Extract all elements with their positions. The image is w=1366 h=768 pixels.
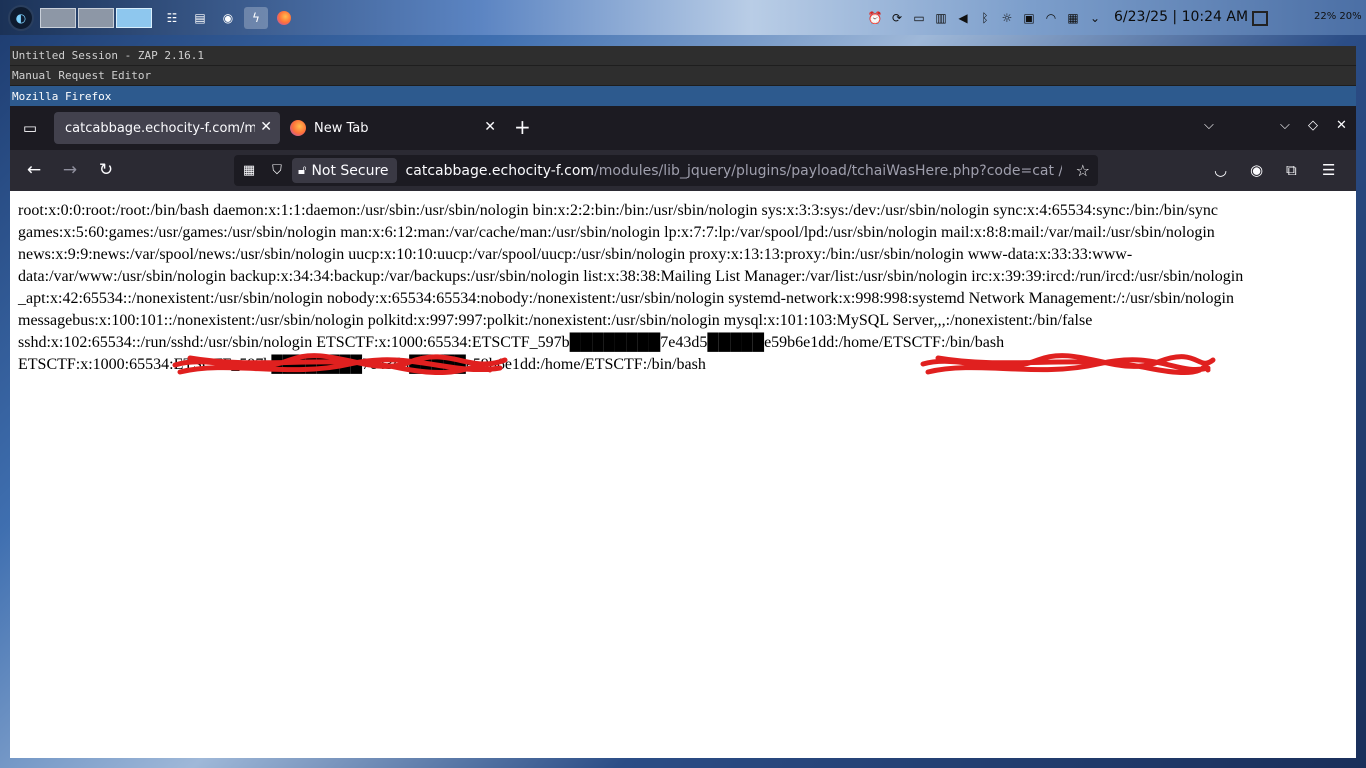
volume-icon[interactable]: ◀ [956, 11, 970, 25]
desktop-2[interactable] [78, 7, 114, 28]
zap-task-icon[interactable]: ϟ [244, 6, 268, 29]
firefox-task-icon[interactable] [272, 7, 296, 29]
url-text[interactable]: catcabbage.echocity-f.com/modules/lib_jq… [406, 163, 1062, 179]
alarm-icon[interactable]: ⏰ [868, 11, 883, 25]
tracking-shield-icon[interactable]: ⛉ [268, 162, 286, 180]
extensions-icon[interactable]: ⧉ [1286, 161, 1297, 179]
back-button[interactable]: ← [24, 160, 44, 180]
edge-browser-task-icon[interactable]: ◉ [216, 7, 240, 29]
redaction-scribble-2 [920, 353, 1216, 375]
reload-button[interactable]: ↻ [96, 160, 116, 180]
system-settings-task-icon[interactable]: ☷ [160, 7, 184, 29]
network-icon[interactable]: ▦ [1066, 11, 1080, 25]
url-bar[interactable]: ▦ ⛉ 🔓︎ Not Secure catcabbage.echocity-f.… [234, 155, 1098, 186]
bookmark-star-icon[interactable]: ☆ [1076, 161, 1090, 180]
bluetooth-icon[interactable]: ᛒ [978, 11, 992, 25]
page-content: root:x:0:0:root:/root:/bin/bash daemon:x… [10, 191, 1356, 758]
virtual-desktop-pager [40, 7, 152, 28]
firefox-icon [290, 120, 306, 136]
list-all-tabs-icon[interactable]: ⌵ [1204, 118, 1214, 133]
site-security-button[interactable]: 🔓︎ Not Secure [292, 158, 397, 183]
pocket-icon[interactable]: ◡ [1214, 161, 1227, 179]
app-launcher-icon[interactable]: ◐ [8, 4, 34, 31]
desktop-1[interactable] [40, 7, 76, 28]
tab-new-tab[interactable]: New Tab ✕ [280, 112, 504, 144]
desktop-3[interactable] [116, 7, 152, 28]
brightness-icon[interactable]: ☼ [1000, 11, 1014, 25]
navigation-toolbar: ← → ↻ ▦ ⛉ 🔓︎ Not Secure catcabbage.echoc… [10, 150, 1356, 191]
account-icon[interactable]: ◉ [1250, 161, 1263, 179]
show-desktop-icon[interactable] [1252, 11, 1268, 26]
menu-icon[interactable]: ☰ [1322, 161, 1335, 179]
device-icon[interactable]: ▣ [1022, 11, 1036, 25]
url-path: /modules/lib_jquery/plugins/payload/tcha… [594, 162, 1062, 179]
zap-firefox-window-entry[interactable]: Mozilla Firefox [10, 86, 1356, 106]
close-window-icon[interactable]: ✕ [1336, 118, 1347, 133]
media-icon[interactable]: ▥ [934, 11, 948, 25]
maximize-icon[interactable]: ◇ [1308, 118, 1318, 133]
clipboard-icon[interactable]: ▭ [912, 11, 926, 25]
close-tab-icon[interactable]: ✕ [260, 119, 272, 135]
firefox-window: ▭ catcabbage.echocity-f.com/modules/lib_… [10, 106, 1356, 758]
clock[interactable]: 6/23/25 | 10:24 AM [1114, 9, 1248, 25]
insecure-lock-icon: 🔓︎ [298, 163, 307, 178]
zap-manual-request-window[interactable]: Manual Request Editor [10, 66, 1356, 86]
forward-button[interactable]: → [60, 160, 80, 180]
tab-strip: ▭ catcabbage.echocity-f.com/modules/lib_… [10, 106, 1356, 150]
new-tab-button[interactable]: + [514, 117, 531, 137]
reader-mode-icon[interactable]: ▦ [240, 162, 258, 180]
update-icon[interactable]: ⟳ [890, 11, 904, 25]
system-panel: ◐ ☷ ▤ ◉ ϟ ⏰ ⟳ ▭ ▥ ◀ ᛒ ☼ ▣ ◠ ▦ ⌄ 6/23/25 … [0, 0, 1366, 35]
minimize-icon[interactable]: ⌵ [1280, 118, 1290, 133]
system-tray: ⏰ ⟳ ▭ ▥ ◀ ᛒ ☼ ▣ ◠ ▦ ⌄ [868, 0, 1102, 35]
redaction-scribble-1 [172, 353, 508, 375]
close-tab-icon[interactable]: ✕ [484, 119, 496, 135]
file-manager-task-icon[interactable]: ▤ [188, 7, 212, 29]
wifi-icon[interactable]: ◠ [1044, 11, 1058, 25]
battery-indicator[interactable]: 22% 20% [1314, 11, 1362, 22]
tab-title: New Tab [314, 120, 369, 136]
expand-tray-icon[interactable]: ⌄ [1088, 11, 1102, 25]
task-manager: ☷ ▤ ◉ ϟ [160, 6, 296, 29]
zap-session-window[interactable]: Untitled Session - ZAP 2.16.1 [10, 46, 1356, 66]
url-host: catcabbage.echocity-f.com [405, 162, 595, 179]
tab-active[interactable]: catcabbage.echocity-f.com/modules/lib_jq… [54, 112, 280, 144]
security-label: Not Secure [311, 162, 389, 179]
firefox-view-icon[interactable]: ▭ [20, 118, 40, 138]
tab-title: catcabbage.echocity-f.com/modules/lib_jq… [65, 120, 255, 136]
